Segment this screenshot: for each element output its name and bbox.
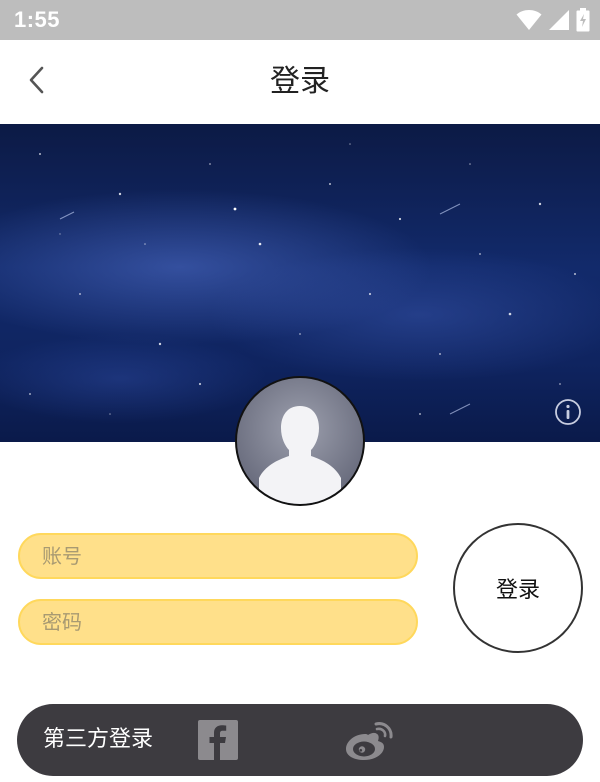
- password-input[interactable]: [20, 601, 416, 643]
- weibo-icon[interactable]: [343, 718, 397, 762]
- status-icons: [516, 6, 590, 34]
- status-bar: 1:55: [0, 0, 600, 40]
- user-silhouette-icon: [237, 406, 363, 504]
- battery-icon: [576, 8, 590, 32]
- third-party-login-bar: 第三方登录: [17, 704, 583, 776]
- wifi-icon: [516, 9, 542, 31]
- login-button-label: 登录: [495, 578, 540, 603]
- page-title: 登录: [270, 64, 330, 99]
- signal-icon: [548, 9, 570, 31]
- status-time: 1:55: [14, 7, 61, 32]
- facebook-icon[interactable]: [198, 720, 238, 760]
- password-field-container: [18, 599, 418, 645]
- account-input[interactable]: [20, 535, 416, 577]
- avatar[interactable]: [235, 376, 365, 506]
- account-field-container: [18, 533, 418, 579]
- third-party-label: 第三方登录: [43, 727, 154, 752]
- info-icon[interactable]: [554, 398, 582, 426]
- login-button[interactable]: 登录: [453, 523, 583, 653]
- app-bar: 登录: [0, 40, 600, 124]
